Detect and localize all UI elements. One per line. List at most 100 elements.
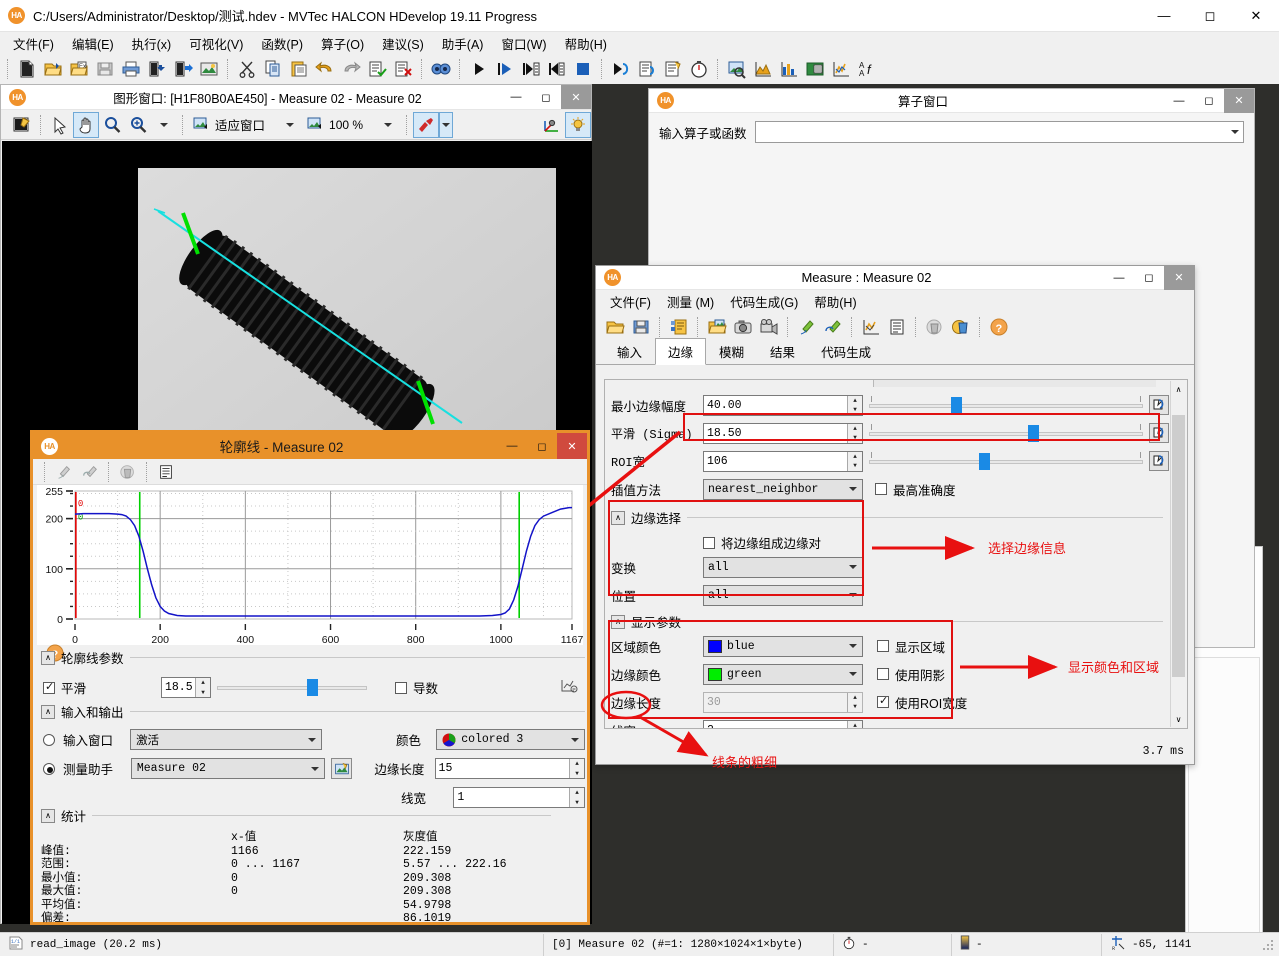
show-region-checkbox[interactable] xyxy=(877,640,889,652)
menu-item-suggestions[interactable]: 建议(S) xyxy=(373,32,433,55)
step-over-icon[interactable] xyxy=(492,56,518,82)
collapse-toggle-icon[interactable]: ∧ xyxy=(611,510,625,525)
edge-panel-scrollbar[interactable]: ∧ ∨ xyxy=(1170,381,1186,727)
fit-dropdown-arrow[interactable] xyxy=(277,112,303,138)
cut-icon[interactable] xyxy=(234,56,260,82)
profile-edge-length-stepper[interactable]: ▲ ▼ xyxy=(569,759,584,778)
import-icon[interactable] xyxy=(144,56,170,82)
plot-icon[interactable] xyxy=(858,314,884,340)
coordinate-axes-icon[interactable] xyxy=(539,112,565,138)
collapse-toggle-icon[interactable]: ∧ xyxy=(41,704,55,719)
edit-procedure-icon[interactable] xyxy=(660,56,686,82)
roi-width-stepper[interactable]: ▲ ▼ xyxy=(847,451,862,471)
position-select[interactable]: all xyxy=(703,584,863,606)
export-plot-icon[interactable] xyxy=(559,677,579,698)
min-edge-amplitude-slider[interactable] xyxy=(869,395,1143,416)
tab-result[interactable]: 结果 xyxy=(757,338,808,364)
profile-chart[interactable]: 255 200 100 0 0 200 400 600 800 1000 1167 0 0 xyxy=(37,485,583,646)
profile-edge-length-input[interactable]: 15 ▲ ▼ xyxy=(434,758,585,779)
line-width-stepper[interactable]: ▲▼ xyxy=(847,720,862,728)
highest-accuracy-checkbox[interactable] xyxy=(875,483,887,495)
paint-dropdown-arrow[interactable] xyxy=(439,111,454,138)
menu-item-operators[interactable]: 算子(O) xyxy=(312,32,373,55)
zoom-level-label[interactable]: 100 % xyxy=(329,118,363,132)
fit-window-label[interactable]: 适应窗口 xyxy=(215,115,265,134)
measure-maximize-button[interactable]: ◻ xyxy=(1134,266,1164,290)
min-edge-amplitude-input[interactable]: 40.00 ▲ ▼ xyxy=(703,394,863,416)
menu-item-edit[interactable]: 编辑(E) xyxy=(63,32,123,55)
marker-rotate-icon[interactable] xyxy=(820,314,846,340)
tab-codegen[interactable]: 代码生成 xyxy=(808,338,884,364)
delete-all-icon[interactable] xyxy=(948,314,974,340)
step-out-icon[interactable] xyxy=(544,56,570,82)
gray-histogram-icon[interactable] xyxy=(750,56,776,82)
measure-menu-measure[interactable]: 测量 (M) xyxy=(659,290,722,313)
menu-item-file[interactable]: 文件(F) xyxy=(4,32,63,55)
graphics-minimize-button[interactable]: — xyxy=(501,85,531,109)
copy-icon[interactable] xyxy=(260,56,286,82)
camera-icon[interactable] xyxy=(730,314,756,340)
profile-close-button[interactable]: ✕ xyxy=(557,433,587,459)
tab-fuzzy[interactable]: 模糊 xyxy=(706,338,757,364)
close-button[interactable]: ✕ xyxy=(1233,0,1279,32)
collapse-toggle-icon[interactable]: ∧ xyxy=(611,614,625,629)
chevron-down-icon[interactable] xyxy=(1231,130,1239,134)
video-icon[interactable] xyxy=(756,314,782,340)
export-icon[interactable] xyxy=(170,56,196,82)
fit-window-icon[interactable] xyxy=(189,112,215,138)
step-into-icon[interactable] xyxy=(518,56,544,82)
open-file-icon[interactable] xyxy=(40,56,66,82)
operator-close-button[interactable]: ✕ xyxy=(1224,88,1254,113)
undo-icon[interactable] xyxy=(312,56,338,82)
magnifier-icon[interactable] xyxy=(99,112,125,138)
zoom-dropdown-arrow[interactable] xyxy=(375,112,401,138)
graphics-close-button[interactable]: ✕ xyxy=(561,85,591,109)
menu-item-procedures[interactable]: 函数(P) xyxy=(252,32,312,55)
image-window-icon[interactable] xyxy=(802,56,828,82)
find-icon[interactable] xyxy=(428,56,454,82)
lightbulb-icon[interactable] xyxy=(565,111,591,138)
text-font-icon[interactable]: AAf xyxy=(854,56,880,82)
tab-edge[interactable]: 边缘 xyxy=(655,338,707,365)
minimize-button[interactable]: — xyxy=(1141,0,1187,32)
new-file-icon[interactable] xyxy=(14,56,40,82)
collapse-toggle-icon[interactable]: ∧ xyxy=(41,808,55,823)
menu-item-assistants[interactable]: 助手(A) xyxy=(433,32,493,55)
hand-pan-icon[interactable] xyxy=(73,111,99,138)
pointer-icon[interactable] xyxy=(47,112,73,138)
roi-width-input[interactable]: 106 ▲ ▼ xyxy=(703,450,863,472)
menu-item-help[interactable]: 帮助(H) xyxy=(556,32,616,55)
min-edge-amplitude-reset-button[interactable] xyxy=(1149,395,1169,415)
open-icon[interactable] xyxy=(602,314,628,340)
deactivate-line-icon[interactable] xyxy=(390,56,416,82)
profile-line-width-input[interactable]: 1 ▲ ▼ xyxy=(453,787,585,808)
smooth-stepper[interactable]: ▲ ▼ xyxy=(195,678,210,697)
color-select[interactable]: colored 3 xyxy=(436,729,585,750)
region-color-select[interactable]: blue xyxy=(703,635,863,657)
list-icon[interactable] xyxy=(884,314,910,340)
save-icon[interactable] xyxy=(628,314,654,340)
measure-minimize-button[interactable]: — xyxy=(1104,266,1134,290)
insert-image-icon[interactable] xyxy=(196,56,222,82)
menu-item-visualization[interactable]: 可视化(V) xyxy=(180,32,252,55)
tab-input[interactable]: 输入 xyxy=(604,338,655,364)
zoom-level-icon[interactable] xyxy=(303,112,329,138)
image-viewer-icon[interactable] xyxy=(724,56,750,82)
measure-assistant-select[interactable]: Measure 02 xyxy=(130,758,326,779)
use-roi-width-checkbox[interactable] xyxy=(877,694,889,708)
timer-icon[interactable] xyxy=(686,56,712,82)
sigma-reset-button[interactable] xyxy=(1149,423,1169,443)
smooth-checkbox[interactable] xyxy=(43,680,55,694)
magnifier-plus-icon[interactable] xyxy=(125,112,151,138)
collapse-toggle-icon[interactable]: ∧ xyxy=(41,650,55,665)
code-icon[interactable] xyxy=(666,314,692,340)
menu-item-window[interactable]: 窗口(W) xyxy=(492,32,555,55)
input-window-radio[interactable] xyxy=(43,733,55,746)
measure-menu-help[interactable]: 帮助(H) xyxy=(806,290,864,313)
derivative-checkbox[interactable] xyxy=(395,681,407,694)
sigma-input[interactable]: 18.50 ▲ ▼ xyxy=(703,422,863,444)
reset-program-icon[interactable] xyxy=(608,56,634,82)
operator-minimize-button[interactable]: — xyxy=(1164,89,1194,113)
measure-menu-file[interactable]: 文件(F) xyxy=(602,290,659,313)
list-icon[interactable] xyxy=(153,459,179,485)
